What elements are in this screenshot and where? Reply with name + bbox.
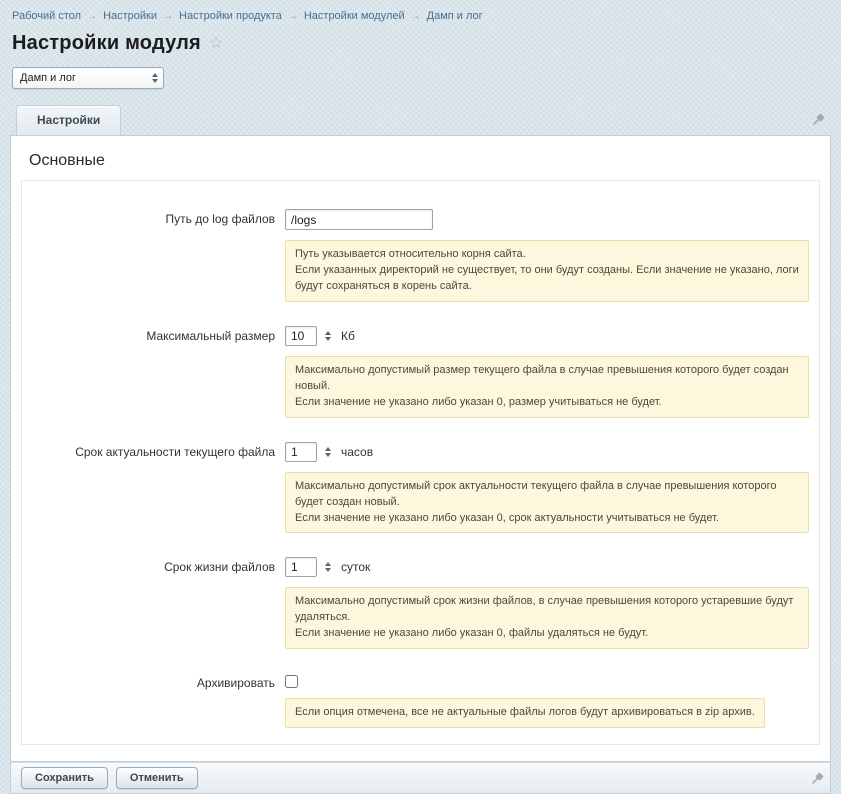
- tab-settings-label: Настройки: [37, 113, 100, 127]
- log-path-label: Путь до log файлов: [32, 209, 285, 302]
- breadcrumb-separator-icon: →: [163, 11, 173, 22]
- log-path-input[interactable]: [285, 209, 433, 230]
- relevance-unit: часов: [341, 445, 373, 459]
- breadcrumb-link-product-settings[interactable]: Настройки продукта: [179, 10, 282, 22]
- footer-bar: Сохранить Отменить: [10, 762, 831, 794]
- relevance-stepper[interactable]: [323, 442, 333, 462]
- breadcrumb: Рабочий стол → Настройки → Настройки про…: [10, 8, 831, 22]
- hint-line: Если значение не указано либо указан 0, …: [295, 626, 799, 642]
- max-size-unit: Кб: [341, 329, 355, 343]
- max-size-hint: Максимально допустимый размер текущего ф…: [285, 356, 809, 418]
- hint-line: Максимально допустимый размер текущего ф…: [295, 363, 799, 395]
- form-row-log-path: Путь до log файлов Путь указывается отно…: [32, 209, 809, 302]
- page: Рабочий стол → Настройки → Настройки про…: [0, 0, 841, 794]
- breadcrumb-separator-icon: →: [87, 11, 97, 22]
- settings-form: Путь до log файлов Путь указывается отно…: [21, 180, 820, 745]
- footer-pin-icon[interactable]: [811, 772, 824, 790]
- log-path-hint: Путь указывается относительно корня сайт…: [285, 240, 809, 302]
- breadcrumb-link-desktop[interactable]: Рабочий стол: [12, 10, 81, 22]
- tab-strip: Настройки: [10, 105, 831, 135]
- max-size-label: Максимальный размер: [32, 326, 285, 418]
- lifetime-unit: суток: [341, 560, 370, 574]
- form-row-relevance: Срок актуальности текущего файла часов М…: [32, 442, 809, 534]
- form-row-archive: Архивировать Если опция отмечена, все не…: [32, 673, 809, 728]
- lifetime-stepper[interactable]: [323, 557, 333, 577]
- breadcrumb-link-dump-log[interactable]: Дамп и лог: [427, 10, 483, 22]
- pin-icon[interactable]: [812, 113, 825, 131]
- favorite-star-icon[interactable]: ☆: [209, 36, 223, 52]
- page-title-row: Настройки модуля ☆: [12, 32, 829, 55]
- form-row-lifetime: Срок жизни файлов суток Максимально допу…: [32, 557, 809, 649]
- hint-line: Максимально допустимый срок актуальности…: [295, 479, 799, 511]
- section-title: Основные: [21, 148, 820, 180]
- hint-line: Если значение не указано либо указан 0, …: [295, 511, 799, 527]
- breadcrumb-separator-icon: →: [411, 11, 421, 22]
- lifetime-input[interactable]: [285, 557, 317, 577]
- max-size-stepper[interactable]: [323, 326, 333, 346]
- module-select-value: Дамп и лог: [20, 72, 76, 84]
- archive-hint: Если опция отмечена, все не актуальные ф…: [285, 698, 765, 728]
- settings-panel: Основные Путь до log файлов Путь указыва…: [10, 135, 831, 762]
- tab-settings[interactable]: Настройки: [16, 105, 121, 135]
- select-stepper-icon: [152, 70, 158, 86]
- breadcrumb-separator-icon: →: [288, 11, 298, 22]
- breadcrumb-link-settings[interactable]: Настройки: [103, 10, 157, 22]
- cancel-button[interactable]: Отменить: [116, 767, 198, 789]
- module-select[interactable]: Дамп и лог: [12, 67, 164, 89]
- lifetime-label: Срок жизни файлов: [32, 557, 285, 649]
- breadcrumb-link-module-settings[interactable]: Настройки модулей: [304, 10, 405, 22]
- save-button[interactable]: Сохранить: [21, 767, 108, 789]
- relevance-hint: Максимально допустимый срок актуальности…: [285, 472, 809, 534]
- hint-line: Путь указывается относительно корня сайт…: [295, 247, 799, 263]
- archive-label: Архивировать: [32, 673, 285, 728]
- relevance-label: Срок актуальности текущего файла: [32, 442, 285, 534]
- page-title: Настройки модуля: [12, 32, 201, 55]
- lifetime-hint: Максимально допустимый срок жизни файлов…: [285, 587, 809, 649]
- hint-line: Максимально допустимый срок жизни файлов…: [295, 594, 799, 626]
- archive-checkbox[interactable]: [285, 675, 298, 688]
- hint-line: Если опция отмечена, все не актуальные ф…: [295, 705, 755, 721]
- form-row-max-size: Максимальный размер Кб Максимально допус…: [32, 326, 809, 418]
- hint-line: Если указанных директорий не существует,…: [295, 263, 799, 295]
- max-size-input[interactable]: [285, 326, 317, 346]
- relevance-input[interactable]: [285, 442, 317, 462]
- hint-line: Если значение не указано либо указан 0, …: [295, 395, 799, 411]
